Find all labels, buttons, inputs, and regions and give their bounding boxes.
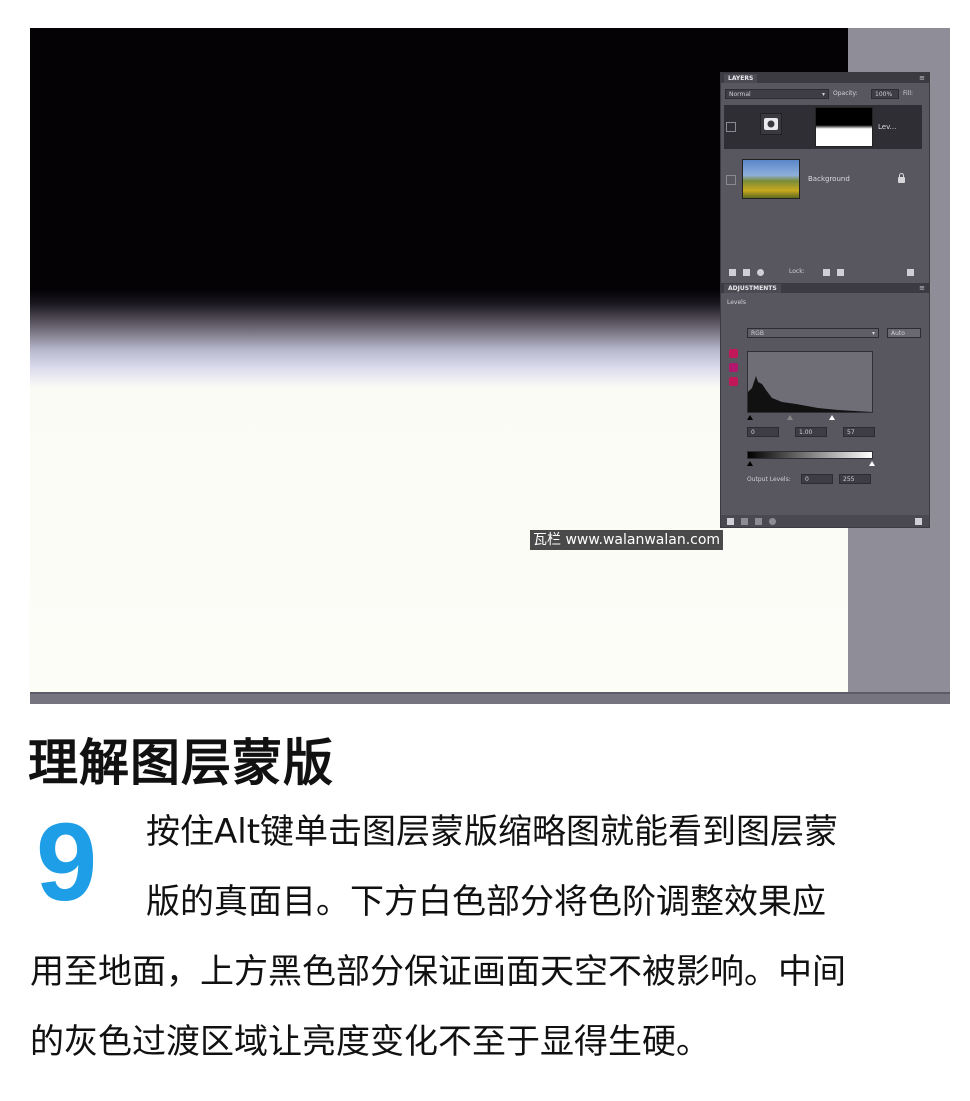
input-white-slider[interactable] (829, 415, 835, 420)
reset-icon[interactable] (769, 518, 776, 525)
clip-icon[interactable] (741, 518, 748, 525)
opacity-label: Opacity: (833, 90, 858, 97)
body-line-2: 版的真面目。下方白色部分将色阶调整效果应 (146, 882, 826, 922)
visibility-eye-icon[interactable] (726, 175, 736, 185)
delete-icon[interactable] (915, 518, 922, 525)
auto-button[interactable]: Auto (887, 328, 921, 338)
body-line-1: 按住Alt键单击图层蒙版缩略图就能看到图层蒙 (146, 812, 839, 852)
photoshop-screenshot: LAYERS ≡ Normal ▾ Opacity: 100% Fill: Le… (30, 28, 950, 704)
output-white-field[interactable]: 255 (839, 474, 871, 484)
layer-row-levels[interactable]: Lev... (724, 105, 922, 149)
trash-icon[interactable] (907, 269, 914, 276)
layer-mask-thumbnail[interactable] (815, 107, 873, 147)
lock-label: Lock: (789, 268, 805, 275)
layers-tabbar: LAYERS ≡ (721, 73, 929, 83)
body-line-3: 用至地面，上方黑色部分保证画面天空不被影响。中间 (30, 952, 846, 992)
background-thumbnail (742, 159, 800, 199)
adjustments-tab[interactable]: ADJUSTMENTS (724, 284, 781, 293)
channel-select[interactable]: RGB ▾ (747, 328, 879, 338)
panel-menu-icon[interactable]: ≡ (919, 284, 925, 292)
fx-icon[interactable] (743, 269, 750, 276)
channel-value: RGB (751, 330, 764, 337)
mask-icon[interactable] (757, 269, 764, 276)
lock-icon (898, 173, 905, 183)
return-icon[interactable] (727, 518, 734, 525)
section-heading: 理解图层蒙版 (28, 734, 334, 792)
layer-row-background[interactable]: Background (724, 153, 922, 203)
layers-tab[interactable]: LAYERS (724, 74, 758, 83)
levels-title: Levels (727, 299, 746, 306)
new-layer-icon[interactable] (837, 269, 844, 276)
status-bar (30, 692, 950, 704)
panel-menu-icon[interactable]: ≡ (919, 74, 925, 82)
gray-point-dropper-icon[interactable] (729, 363, 738, 372)
layers-panel: LAYERS ≡ Normal ▾ Opacity: 100% Fill: Le… (720, 72, 930, 528)
levels-adjustment-icon (760, 113, 782, 135)
output-black-slider[interactable] (747, 461, 753, 466)
output-black-field[interactable]: 0 (801, 474, 833, 484)
adjustments-footer (721, 515, 929, 527)
visibility-toggle-icon[interactable] (755, 518, 762, 525)
layer-name: Background (808, 175, 850, 183)
input-gray-slider[interactable] (787, 415, 793, 420)
step-number: 9 (36, 801, 98, 924)
chevron-down-icon: ▾ (871, 330, 875, 337)
opacity-field[interactable]: 100% (871, 89, 899, 99)
adjustments-tabbar: ADJUSTMENTS ≡ (721, 283, 929, 293)
input-gray-field[interactable]: 1.00 (795, 427, 827, 437)
black-point-dropper-icon[interactable] (729, 349, 738, 358)
input-black-field[interactable]: 0 (747, 427, 779, 437)
layers-toolbar: Lock: (727, 268, 923, 277)
new-group-icon[interactable] (823, 269, 830, 276)
visibility-eye-icon[interactable] (726, 122, 736, 132)
histogram (747, 351, 873, 413)
watermark: 瓦栏 www.walanwalan.com (530, 530, 724, 550)
blend-mode-value: Normal (729, 91, 751, 98)
layer-name: Lev... (878, 123, 897, 131)
output-white-slider[interactable] (869, 461, 875, 466)
chevron-down-icon: ▾ (821, 91, 825, 98)
output-gradient-ramp (747, 451, 873, 459)
body-line-4: 的灰色过渡区域让亮度变化不至于显得生硬。 (30, 1022, 710, 1062)
input-white-field[interactable]: 57 (843, 427, 875, 437)
output-levels-label: Output Levels: (747, 476, 791, 483)
fill-label: Fill: (903, 90, 914, 97)
input-black-slider[interactable] (747, 415, 753, 420)
link-icon[interactable] (729, 269, 736, 276)
blend-mode-select[interactable]: Normal ▾ (725, 89, 829, 99)
white-point-dropper-icon[interactable] (729, 377, 738, 386)
